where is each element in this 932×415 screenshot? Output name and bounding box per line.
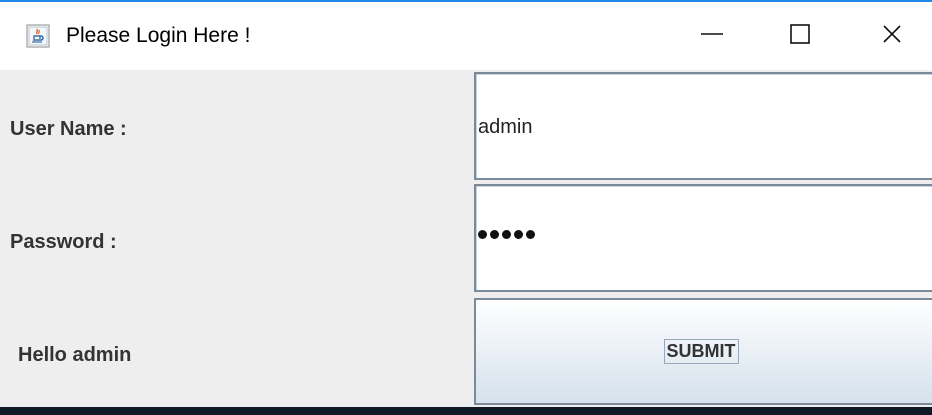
minimize-icon [699, 21, 725, 52]
login-window: Please Login Here ! User Name: admin Pa… [0, 0, 932, 415]
password-mask-dot [478, 230, 487, 239]
submit-label: SUBMIT [663, 339, 739, 364]
username-value: admin [478, 116, 533, 138]
password-mask-dot [490, 230, 499, 239]
username-field[interactable]: admin [474, 72, 932, 180]
title-bar: Please Login Here ! [0, 2, 932, 70]
minimize-button[interactable] [680, 10, 744, 62]
maximize-icon [789, 23, 811, 50]
password-mask-dot [514, 230, 523, 239]
taskbar-edge [0, 407, 932, 415]
login-form: User Name : admin Password : Hello admin… [0, 70, 932, 407]
password-mask-dot [502, 230, 511, 239]
window-title: Please Login Here ! [66, 24, 251, 47]
close-button[interactable] [860, 10, 924, 62]
greeting-text: Hello admin [18, 344, 132, 366]
password-mask-dot [526, 230, 535, 239]
maximize-button[interactable] [768, 10, 832, 62]
submit-button[interactable]: SUBMIT [474, 298, 932, 405]
username-label: User Name : [10, 118, 127, 140]
close-icon [881, 23, 903, 50]
password-field[interactable] [474, 184, 932, 292]
password-mask [478, 230, 535, 239]
password-label: Password : [10, 231, 117, 253]
java-app-icon [26, 24, 50, 48]
